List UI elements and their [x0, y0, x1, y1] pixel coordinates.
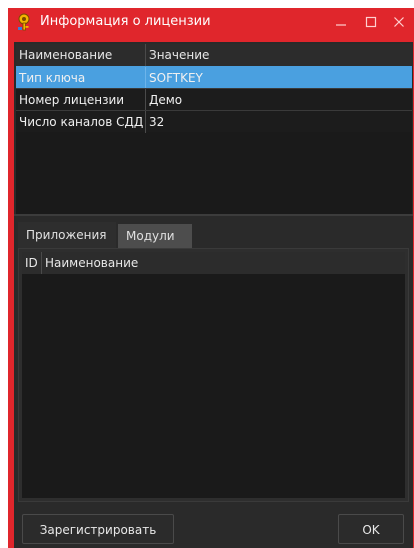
window-title: Информация о лицензии	[40, 14, 211, 29]
table-row[interactable]: Тип ключа SOFTKEY	[16, 66, 412, 89]
property-value: 32	[149, 115, 165, 129]
close-icon	[394, 17, 404, 27]
applications-panel: ID Наименование	[18, 248, 409, 502]
title-bar[interactable]: Информация о лицензии	[8, 8, 414, 36]
column-header-name[interactable]: Наименование	[16, 44, 146, 66]
property-name: Номер лицензии	[16, 89, 146, 111]
close-button[interactable]	[388, 11, 410, 33]
ok-button[interactable]: OK	[338, 514, 404, 544]
column-header-id[interactable]: ID	[22, 252, 42, 274]
maximize-button[interactable]	[360, 11, 382, 33]
property-value: Демо	[149, 93, 183, 107]
tab-bar: Приложения Модули	[18, 222, 408, 248]
column-header-name[interactable]: Наименование	[42, 252, 405, 274]
table-header: Наименование Значение	[16, 44, 412, 66]
minimize-button[interactable]	[330, 11, 352, 33]
table-row[interactable]: Номер лицензии Демо	[16, 88, 412, 111]
register-button[interactable]: Зарегистрировать	[22, 514, 174, 544]
key-icon	[18, 13, 30, 31]
applications-table[interactable]: ID Наименование	[22, 252, 405, 498]
license-info-window: Информация о лицензии Наименование Значе…	[8, 8, 414, 548]
dialog-body: Наименование Значение Тип ключа SOFTKEY …	[14, 42, 413, 548]
property-value: SOFTKEY	[149, 71, 203, 85]
tab-modules[interactable]: Модули	[118, 224, 192, 248]
property-name: Тип ключа	[16, 67, 146, 89]
tab-applications[interactable]: Приложения	[18, 222, 116, 248]
table-header: ID Наименование	[22, 252, 405, 274]
license-properties-table[interactable]: Наименование Значение Тип ключа SOFTKEY …	[16, 44, 412, 214]
maximize-icon	[365, 16, 377, 28]
splitter[interactable]	[14, 214, 413, 216]
minimize-icon	[336, 24, 346, 26]
column-header-value[interactable]: Значение	[146, 44, 412, 66]
table-row[interactable]: Число каналов СДД 32	[16, 110, 412, 133]
property-name: Число каналов СДД	[16, 111, 146, 133]
